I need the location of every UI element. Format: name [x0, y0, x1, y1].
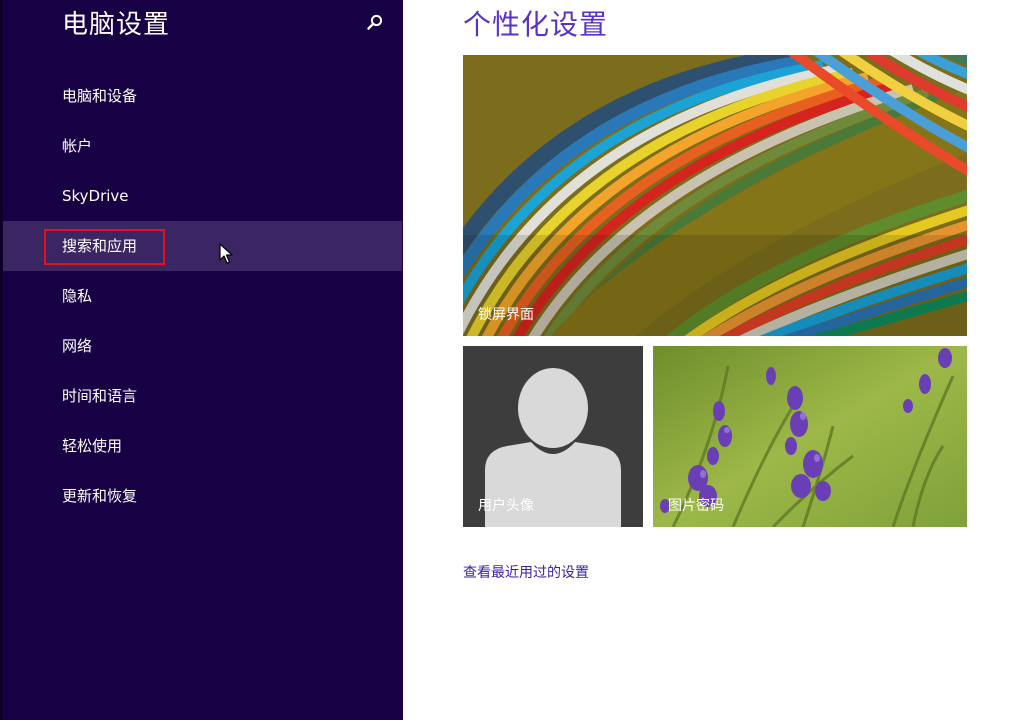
nav-item-update-and-recovery[interactable]: 更新和恢复 — [3, 471, 402, 521]
nav-item-label: 帐户 — [62, 137, 93, 155]
sidebar: 电脑设置 电脑和设备 帐户 SkyDrive 搜索和应用 隐私 网络 时间和语言 — [0, 0, 403, 720]
nav-item-label: 网络 — [62, 337, 93, 355]
picture-password-label: 图片密码 — [668, 498, 724, 514]
highlight-box — [44, 229, 165, 265]
nav-item-label: 时间和语言 — [62, 387, 138, 405]
recent-settings-link[interactable]: 查看最近用过的设置 — [463, 562, 589, 582]
nav-item-label: 轻松使用 — [62, 437, 123, 455]
nav-item-label: 隐私 — [62, 287, 93, 305]
nav-item-pc-and-devices[interactable]: 电脑和设备 — [3, 71, 402, 121]
sidebar-title: 电脑设置 — [62, 10, 171, 40]
nav-item-skydrive[interactable]: SkyDrive — [3, 171, 402, 221]
nav-item-ease-of-access[interactable]: 轻松使用 — [3, 421, 402, 471]
nav-item-privacy[interactable]: 隐私 — [3, 271, 402, 321]
lock-screen-label: 锁屏界面 — [478, 307, 534, 323]
nav-item-network[interactable]: 网络 — [3, 321, 402, 371]
account-picture-tile[interactable]: 用户头像 — [463, 346, 643, 527]
lock-screen-image — [463, 55, 967, 336]
nav-item-label: 电脑和设备 — [62, 87, 138, 105]
settings-nav: 电脑和设备 帐户 SkyDrive 搜索和应用 隐私 网络 时间和语言 轻松使用… — [3, 71, 402, 521]
nav-item-label: SkyDrive — [62, 187, 129, 205]
picture-password-tile[interactable]: 图片密码 — [653, 346, 967, 527]
lock-screen-tile[interactable]: 锁屏界面 — [463, 55, 967, 336]
account-picture-label: 用户头像 — [478, 498, 534, 514]
nav-item-label: 更新和恢复 — [62, 487, 138, 505]
nav-item-accounts[interactable]: 帐户 — [3, 121, 402, 171]
search-icon — [367, 14, 383, 30]
search-button[interactable] — [362, 10, 388, 36]
nav-item-search-and-apps[interactable]: 搜索和应用 — [3, 221, 402, 271]
mouse-cursor-icon — [219, 243, 233, 264]
nav-item-time-and-language[interactable]: 时间和语言 — [3, 371, 402, 421]
page-title: 个性化设置 — [463, 8, 609, 41]
